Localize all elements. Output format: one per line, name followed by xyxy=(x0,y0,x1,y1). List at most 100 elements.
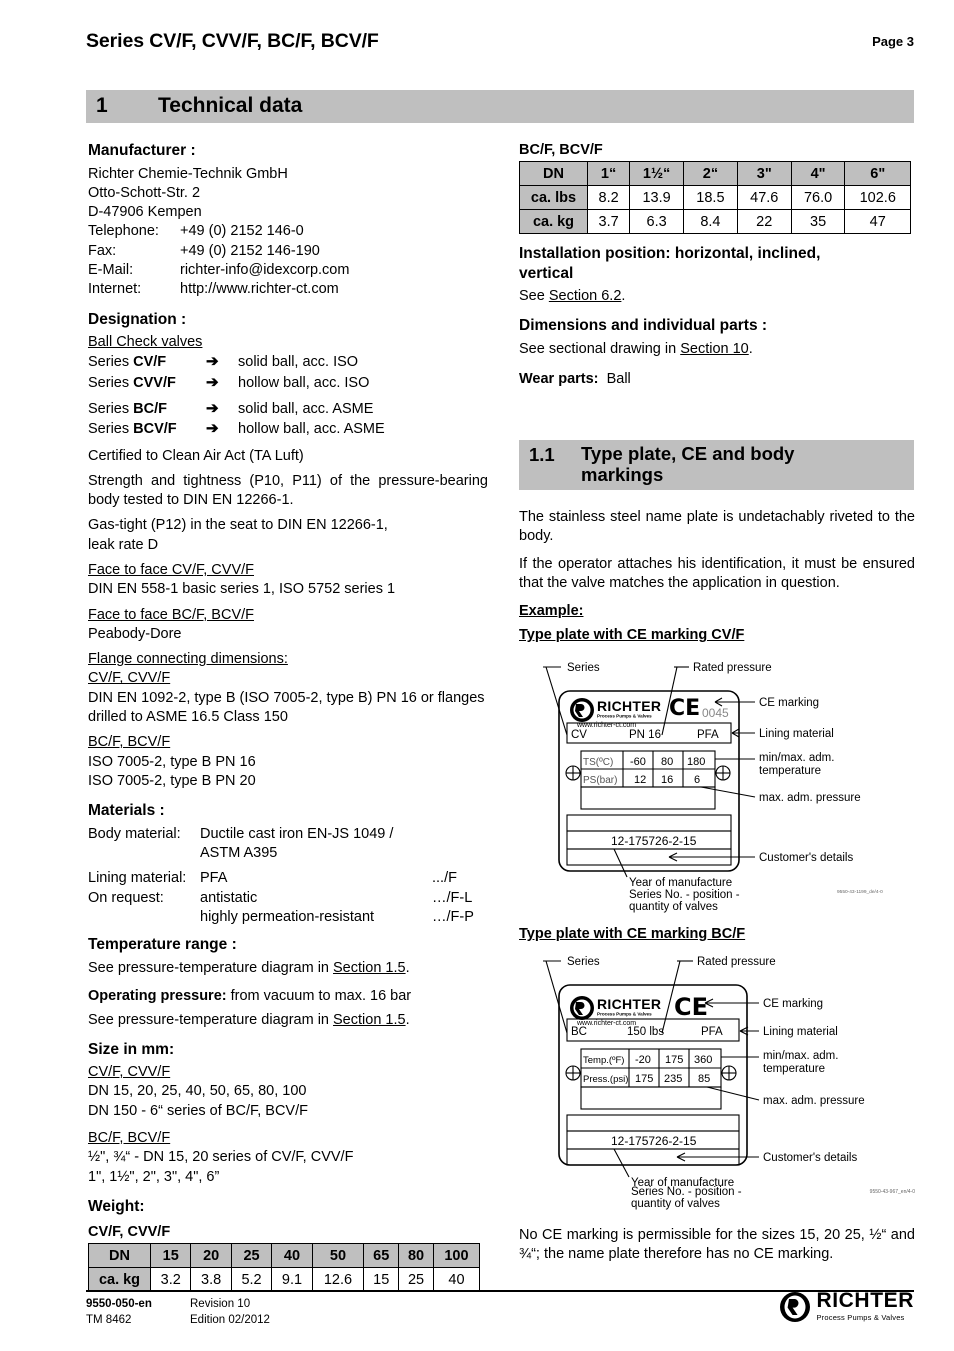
telephone-row: Telephone: +49 (0) 2152 146-0 xyxy=(88,222,488,241)
plate-temp-label-cv: TS(ºC) xyxy=(583,757,613,768)
fax-label: Fax: xyxy=(88,242,117,259)
plate-rated-cv: PN 16 xyxy=(629,729,661,741)
face-to-face-bc-value: Peabody-Dore xyxy=(88,625,182,642)
lining-material-value: PFA xyxy=(200,870,228,887)
designation-list: Ball Check valves Series CV/F ➔ solid ba… xyxy=(88,333,488,439)
cell-dn-65: 65 xyxy=(363,1243,400,1269)
leader-pressure-bc xyxy=(706,1086,760,1101)
telephone-label: Telephone: xyxy=(88,223,159,240)
plate-brand-sub-bc: Process Pumps & Valves xyxy=(597,1012,652,1017)
weight-heading: Weight: xyxy=(88,1197,145,1215)
size-cv-line-2: DN 150 - 6“ series of BC/F, BCV/F xyxy=(88,1102,308,1119)
section-1-1-title-line1: Type plate, CE and body xyxy=(581,443,795,464)
plate-ce-bc: CE xyxy=(674,993,708,1021)
install-see-text: See Section 6.2. xyxy=(519,288,626,305)
flange-heading: Flange connecting dimensions: xyxy=(88,651,288,668)
operating-pressure-value: from vacuum to max. 16 bar xyxy=(226,987,412,1004)
cell-kg-20: 3.8 xyxy=(190,1267,232,1293)
bc-table-heading: BC/F, BCV/F xyxy=(519,142,603,158)
callout-temp-cv-1: min/max. adm. xyxy=(759,752,834,764)
email-link[interactable]: richter-info@idexcorp.com xyxy=(180,261,349,280)
cell-kg-1-5in: 6.3 xyxy=(629,209,684,234)
callout-temp-bc-1: min/max. adm. xyxy=(763,1050,838,1062)
callout-pressure-cv: max. adm. pressure xyxy=(759,792,861,804)
page-number: Page 3 xyxy=(872,34,914,49)
plate-url-cv: www.richter-ct.com xyxy=(576,722,636,729)
cell-lbs-header: ca. lbs xyxy=(519,185,588,210)
section-1-5-link[interactable]: Section 1.5 xyxy=(333,960,406,976)
leader-year xyxy=(613,848,628,878)
email-label: E-Mail: xyxy=(88,262,134,278)
plate-bc-year-callouts: Series No. - position - quantity of valv… xyxy=(519,1186,915,1210)
flange-bc-value-2: ISO 7005-2, type B PN 20 xyxy=(88,772,256,789)
page-title: Series CV/F, CVV/F, BC/F, BCV/F xyxy=(86,30,379,52)
section-1-1-heading: 1.1 Type plate, CE and body markings xyxy=(519,440,914,491)
section-6-2-link[interactable]: Section 6.2 xyxy=(549,288,622,304)
section-10-link[interactable]: Section 10 xyxy=(680,341,749,357)
series-cvf-desc: solid ball, acc. ISO xyxy=(238,354,359,371)
manufacturer-heading: Manufacturer : xyxy=(88,142,196,159)
plate-serial-cv: 12-175726-2-15 xyxy=(611,834,697,848)
plate-cv-caption: Type plate with CE marking CV/F xyxy=(519,627,745,644)
plate-bc-section: Type plate with CE marking BC/F xyxy=(519,925,915,944)
designation-row: Series CV/F ➔ solid ball, acc. ISO xyxy=(88,352,488,372)
email-row: E-Mail: richter-info@idexcorp.com xyxy=(88,261,488,280)
operating-pressure-text: See pressure-temperature diagram in Sect… xyxy=(88,1012,410,1029)
company-city: D-47906 Kempen xyxy=(88,204,202,221)
richter-logo-subtext: Process Pumps & Valves xyxy=(816,1313,905,1322)
footer-doc-no: 9550-050-en xyxy=(86,1298,152,1310)
plate-series-code-cv: CV xyxy=(571,729,587,741)
callout-year-cv-3: quantity of valves xyxy=(629,901,718,913)
callout-series-bc: Series xyxy=(567,956,600,968)
body-material-value-2: ASTM A395 xyxy=(200,844,278,861)
size-heading: Size in mm: xyxy=(88,1040,175,1058)
type-plate-bc-drawing: Series Rated pressure CE marking Lining … xyxy=(543,956,865,1189)
on-request-code-1: …/F-L xyxy=(432,889,473,906)
cell-kg-header: ca. kg xyxy=(519,209,588,234)
callout-ce-cv: CE marking xyxy=(759,697,819,709)
cell-dn-header: DN xyxy=(88,1243,151,1269)
drawing-ref-cv: 9550-43-1199_de/4-0 xyxy=(837,889,883,895)
cell-kg-15: 3.2 xyxy=(149,1267,192,1293)
operating-pressure-heading: Operating pressure: xyxy=(88,987,227,1004)
designation-heading: Designation : xyxy=(88,310,187,328)
series-bcf: Series BC/F xyxy=(88,401,167,417)
series-cvf: Series CV/F xyxy=(88,354,167,371)
website-link[interactable]: http://www.richter-ct.com xyxy=(180,280,339,299)
body-material-label: Body material: xyxy=(88,825,181,842)
paragraph-nameplate: The stainless steel name plate is undeta… xyxy=(519,509,915,545)
size-bc-line-2: 1", 1½", 2", 3", 4", 6” xyxy=(88,1168,220,1185)
richter-logo: RICHTER Process Pumps & Valves xyxy=(778,1290,914,1324)
cell-size-6in: 6" xyxy=(844,161,911,186)
plate-blank-row-bc xyxy=(580,1086,722,1110)
plate-temp-v2-bc: 175 xyxy=(665,1054,683,1066)
plate-lining-bc: PFA xyxy=(701,1026,723,1038)
drawing-ref-bc: 9550-43-967_en/4-0 xyxy=(869,1189,915,1195)
operating-pressure-line: Operating pressure: from vacuum to max. … xyxy=(88,987,488,1006)
company-street: Otto-Schott-Str. 2 xyxy=(88,184,201,201)
series-bcf-desc: solid ball, acc. ASME xyxy=(238,401,374,417)
size-cv-line-1: DN 15, 20, 25, 40, 50, 65, 80, 100 xyxy=(88,1083,307,1100)
figure-type-plate-bc: Series Rated pressure CE marking Lining … xyxy=(519,945,915,1195)
flange-cv-value: DIN EN 1092-2, type B (ISO 7005-2, type … xyxy=(88,689,485,725)
materials-heading: Materials : xyxy=(88,802,165,820)
plate-brand-bc: RICHTER xyxy=(597,996,661,1012)
richter-logo-text: RICHTER xyxy=(816,1289,914,1312)
callout-ce-bc: CE marking xyxy=(763,998,823,1010)
section-1-5-link-2[interactable]: Section 1.5 xyxy=(333,1012,406,1028)
callout-lining-cv: Lining material xyxy=(759,728,834,740)
cell-dn-50: 50 xyxy=(311,1243,365,1269)
face-to-face-cv-value: DIN EN 558-1 basic series 1, ISO 5752 se… xyxy=(88,581,396,598)
wear-parts-heading: Wear parts: xyxy=(519,371,599,388)
callout-year-bc-3: quantity of valves xyxy=(631,1198,720,1211)
cell-kg-40: 9.1 xyxy=(271,1267,313,1293)
section-1-1-number: 1.1 xyxy=(529,444,555,465)
leader-year-bc xyxy=(613,1148,630,1178)
table-row-header: DN 1“ 1½“ 2“ 3" 4" 6" xyxy=(519,161,911,186)
flange-cv-heading: CV/F, CVV/F xyxy=(88,670,171,687)
cell-kg-100: 40 xyxy=(432,1267,481,1293)
weight-table-bc: DN 1“ 1½“ 2“ 3" 4" 6" ca. lbs 8.2 13.9 1… xyxy=(519,161,911,234)
series-cvvf-desc: hollow ball, acc. ISO xyxy=(238,374,370,391)
cell-lbs-4in: 76.0 xyxy=(790,185,846,210)
plate-customer-row-1 xyxy=(566,814,732,832)
